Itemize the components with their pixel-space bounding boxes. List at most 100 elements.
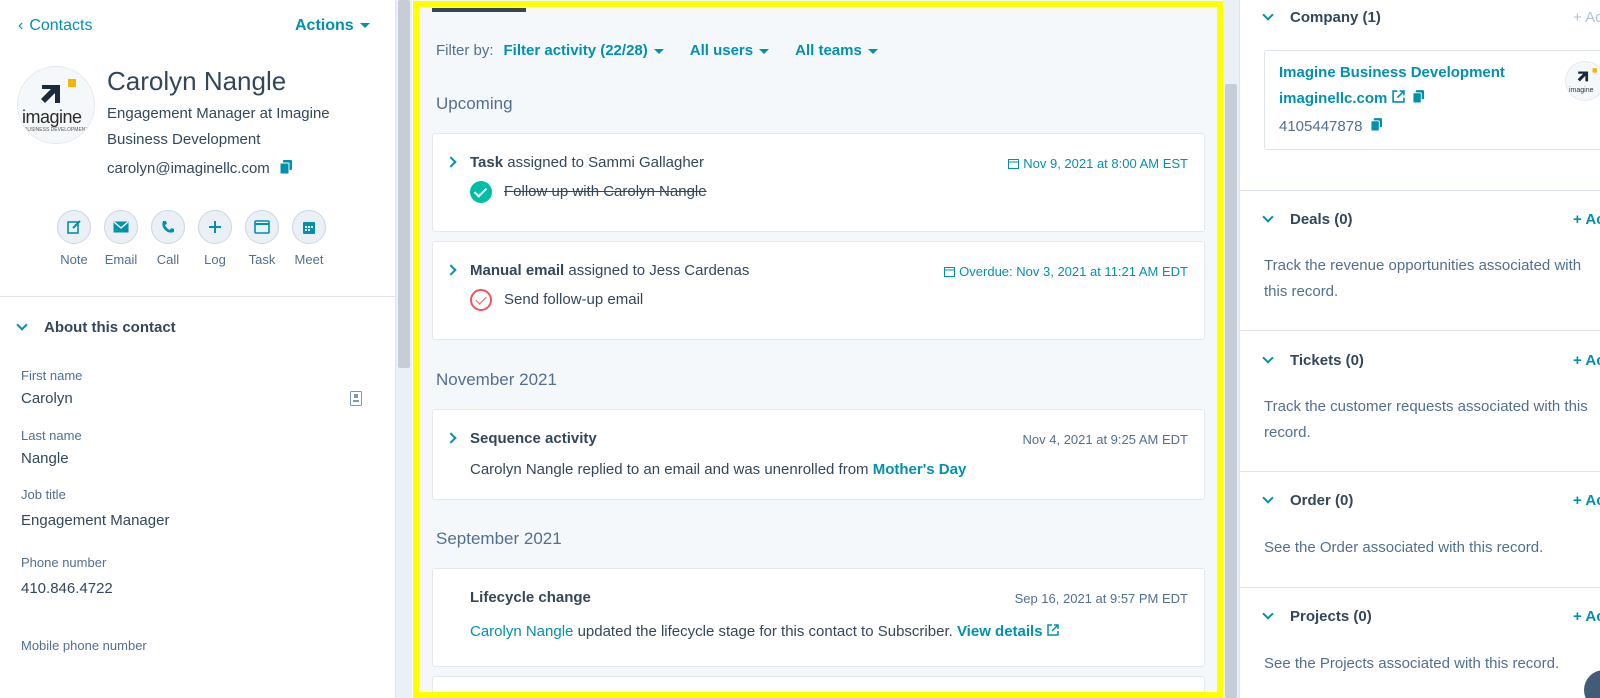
log-label: Log <box>204 252 226 267</box>
expand-chevron-icon[interactable] <box>445 156 457 168</box>
view-details-link[interactable]: View details <box>957 623 1059 640</box>
phone-icon <box>151 210 185 244</box>
add-ticket-button[interactable]: + Ac <box>1573 352 1600 369</box>
caret-down-icon <box>867 48 878 54</box>
company-card[interactable]: Imagine Business Development imaginellc.… <box>1264 50 1600 150</box>
company-toggle[interactable]: Company (1) <box>1262 9 1381 26</box>
divider <box>0 296 396 297</box>
contact-email-text: carolyn@imaginellc.com <box>107 160 270 177</box>
order-toggle[interactable]: Order (0) <box>1262 492 1354 509</box>
chevron-down-icon <box>1262 9 1274 21</box>
left-scrollbar[interactable] <box>396 0 412 698</box>
note-label: Note <box>60 252 88 267</box>
email-task-card[interactable]: Manual email assigned to Jess Cardenas O… <box>432 241 1205 340</box>
meet-label: Meet <box>294 252 324 267</box>
task-card[interactable]: Task assigned to Sammi Gallagher Nov 9, … <box>432 133 1205 232</box>
chevron-down-icon <box>1262 492 1274 504</box>
company-section: Company (1) + Ac Imagine Business Develo… <box>1240 0 1600 191</box>
tickets-toggle[interactable]: Tickets (0) <box>1262 352 1364 369</box>
scrollbar-thumb[interactable] <box>1225 84 1237 698</box>
add-project-button[interactable]: + Ac <box>1573 608 1600 625</box>
lifecycle-card[interactable]: Lifecycle change Sep 16, 2021 at 9:57 PM… <box>432 568 1205 667</box>
card-type: Manual email <box>470 262 565 279</box>
actions-dropdown[interactable]: Actions <box>295 17 370 35</box>
filter-users-dropdown[interactable]: All users <box>689 42 770 59</box>
contact-email: carolyn@imaginellc.com <box>107 160 292 178</box>
add-deal-button[interactable]: + Ac <box>1573 211 1600 228</box>
property-first-name[interactable]: First name Carolyn <box>21 368 82 407</box>
caret-down-icon <box>359 23 370 29</box>
filter-row: Filter by: Filter activity (22/28) All u… <box>436 42 878 59</box>
about-contact-label: About this contact <box>44 319 176 336</box>
expand-chevron-icon[interactable] <box>445 432 457 444</box>
filter-teams-dropdown[interactable]: All teams <box>795 42 878 59</box>
property-value: 410.846.4722 <box>21 580 113 597</box>
copy-icon[interactable] <box>279 160 292 178</box>
company-domain-link[interactable]: imaginellc.com <box>1279 90 1387 107</box>
incomplete-check-icon[interactable] <box>470 289 492 311</box>
card-assigned: assigned to Jess Cardenas <box>568 262 750 279</box>
sequence-text: Carolyn Nangle replied to an email and w… <box>470 461 869 478</box>
company-phone: 4105447878 <box>1279 118 1382 135</box>
property-job-title[interactable]: Job title Engagement Manager <box>21 487 169 529</box>
filter-activity-dropdown[interactable]: Filter activity (22/28) <box>504 42 664 59</box>
contact-card-icon[interactable] <box>350 391 362 411</box>
external-link-icon <box>1046 624 1059 636</box>
company-logo: imagine <box>1565 61 1600 101</box>
back-to-contacts-link[interactable]: ‹ Contacts <box>18 17 92 35</box>
company-name-link[interactable]: Imagine Business Development <box>1279 64 1505 81</box>
deals-toggle[interactable]: Deals (0) <box>1262 211 1353 228</box>
completed-check-icon[interactable] <box>470 181 492 203</box>
card-type: Lifecycle change <box>470 589 591 606</box>
card-date-text: Overdue: Nov 3, 2021 at 11:21 AM EDT <box>959 264 1188 279</box>
section-upcoming: Upcoming <box>436 94 513 113</box>
partial-card[interactable] <box>432 676 1205 698</box>
edit-icon <box>57 210 91 244</box>
property-value: Carolyn <box>21 390 73 407</box>
property-label: First name <box>21 368 83 383</box>
chevron-left-icon: ‹ <box>18 17 24 34</box>
view-details-label: View details <box>956 623 1043 640</box>
projects-section: Projects (0) + Ac See the Projects assoc… <box>1240 588 1600 698</box>
scrollbar-thumb[interactable] <box>398 0 410 368</box>
sequence-card[interactable]: Sequence activity Nov 4, 2021 at 9:25 AM… <box>432 409 1205 500</box>
projects-description: See the Projects associated with this re… <box>1264 655 1560 672</box>
order-header: Order (0) <box>1290 492 1354 509</box>
card-assigned: assigned to Sammi Gallagher <box>507 154 705 171</box>
filter-users-label: All users <box>689 42 754 59</box>
copy-icon[interactable] <box>1370 118 1382 132</box>
timeline-scrollbar[interactable] <box>1223 0 1239 698</box>
call-action[interactable]: Call <box>151 210 185 267</box>
task-label: Task <box>248 252 276 267</box>
meet-action[interactable]: Meet <box>292 210 326 267</box>
external-link-icon[interactable] <box>1391 90 1405 103</box>
deals-header: Deals (0) <box>1290 211 1353 228</box>
avatar: imagine BUSINESS DEVELOPMENT <box>17 66 95 144</box>
contact-link[interactable]: Carolyn Nangle <box>470 623 573 640</box>
copy-icon[interactable] <box>1412 90 1424 104</box>
add-order-button[interactable]: + Ac <box>1573 492 1600 509</box>
tickets-header: Tickets (0) <box>1290 352 1364 369</box>
projects-toggle[interactable]: Projects (0) <box>1262 608 1372 625</box>
property-mobile-phone[interactable]: Mobile phone number <box>21 638 147 660</box>
company-header: Company (1) <box>1290 9 1381 26</box>
sequence-link[interactable]: Mother's Day <box>873 461 967 478</box>
task-action[interactable]: Task <box>245 210 279 267</box>
logo-word: imagine <box>22 107 82 127</box>
card-date-text: Nov 9, 2021 at 8:00 AM EST <box>1023 156 1188 171</box>
order-section: Order (0) + Ac See the Order associated … <box>1240 472 1600 588</box>
property-last-name[interactable]: Last name Nangle <box>21 428 82 467</box>
contact-sidebar: ‹ Contacts Actions imagine BUSINESS DEVEL… <box>0 0 396 698</box>
email-action[interactable]: Email <box>104 210 138 267</box>
expand-chevron-icon[interactable] <box>445 264 457 276</box>
email-label: Email <box>104 252 138 267</box>
card-body: Follow up with Carolyn Nangle <box>470 181 707 203</box>
actions-label: Actions <box>295 17 354 34</box>
note-action[interactable]: Note <box>57 210 91 267</box>
card-title: Lifecycle change <box>470 589 591 606</box>
add-company-button[interactable]: + Ac <box>1573 9 1600 26</box>
about-contact-toggle[interactable]: About this contact <box>16 319 176 336</box>
property-phone-number[interactable]: Phone number 410.846.4722 <box>21 555 113 597</box>
calendar-icon <box>292 210 326 244</box>
log-action[interactable]: Log <box>198 210 232 267</box>
